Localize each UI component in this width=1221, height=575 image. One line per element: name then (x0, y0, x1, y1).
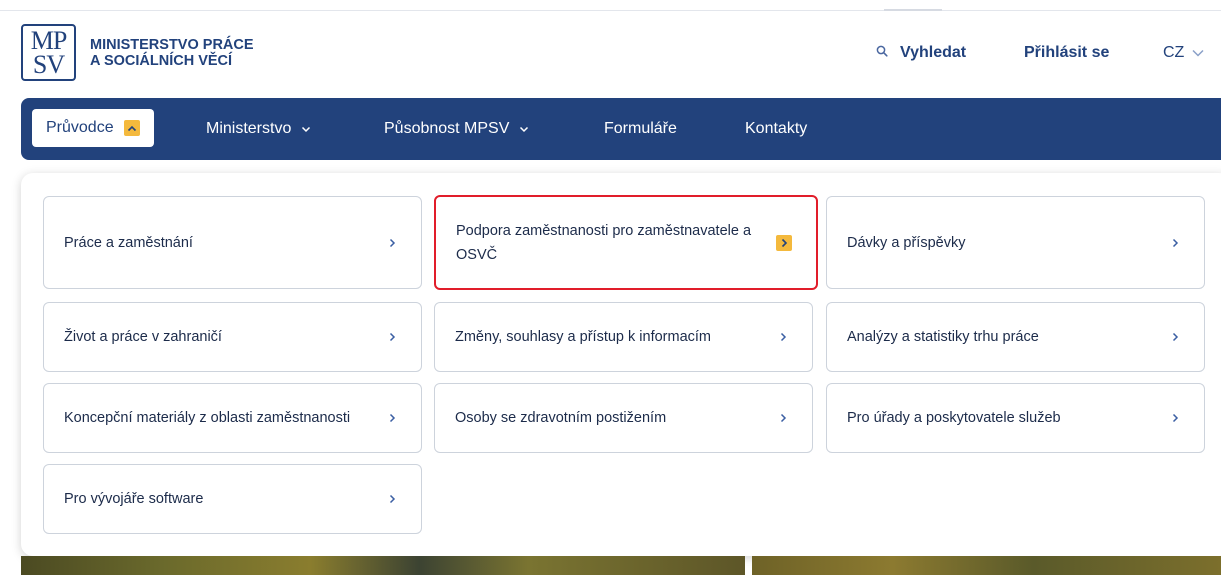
nav-item-label: Kontakty (745, 120, 808, 137)
chevron-right-icon (387, 332, 397, 342)
menu-card-analyzy-a-statistiky[interactable]: Analýzy a statistiky trhu práce (826, 302, 1205, 372)
chevron-right-icon (387, 413, 397, 423)
org-name-line1: MINISTERSTVO PRÁCE (90, 37, 254, 53)
nav-item-label: Formuláře (604, 120, 677, 137)
search-button[interactable]: Vyhledat (876, 44, 966, 62)
chevron-right-icon (776, 234, 792, 251)
menu-card-label: Analýzy a statistiky trhu práce (847, 329, 1039, 345)
main-navigation: Průvodce Ministerstvo Působnost MPSV For… (21, 98, 1221, 160)
menu-card-label: Koncepční materiály z oblasti zaměstnano… (64, 410, 351, 426)
chevron-down-icon (301, 120, 311, 138)
nav-item-label: Ministerstvo (206, 120, 292, 137)
menu-card-label: Dávky a příspěvky (847, 234, 966, 251)
chevron-down-icon (1192, 44, 1204, 62)
org-name[interactable]: MINISTERSTVO PRÁCE A SOCIÁLNÍCH VĚCÍ (90, 37, 254, 69)
menu-card-osoby-se-zp[interactable]: Osoby se zdravotním postižením (434, 383, 813, 453)
nav-item-label: Působnost MPSV (384, 120, 510, 137)
hero-image-right (752, 556, 1221, 575)
menu-card-podpora-zamestnanosti[interactable]: Podpora zaměstnanosti pro zaměstnavatele… (434, 195, 818, 290)
nav-item-kontakty[interactable]: Kontakty (745, 98, 807, 160)
language-selector[interactable]: CZ (1163, 44, 1204, 62)
menu-card-pro-urady[interactable]: Pro úřady a poskytovatele služeb (826, 383, 1205, 453)
logo-letters-bottom: SV (32, 49, 65, 79)
menu-card-label: Změny, souhlasy a přístup k informacím (455, 329, 711, 345)
menu-card-label: Pro vývojáře software (64, 491, 204, 507)
chevron-right-icon (778, 332, 788, 342)
chevron-up-icon (123, 120, 140, 136)
language-label: CZ (1163, 44, 1185, 61)
menu-card-label: Život a práce v zahraničí (64, 329, 222, 345)
logo-letters-top: MP (30, 25, 68, 55)
menu-card-label: Podpora zaměstnanosti pro zaměstnavatele… (456, 222, 752, 263)
nav-item-label: Průvodce (46, 119, 114, 136)
menu-card-prace-a-zamestnani[interactable]: Práce a zaměstnání (43, 196, 422, 289)
menu-card-koncepcni-materialy[interactable]: Koncepční materiály z oblasti zaměstnano… (43, 383, 422, 453)
pruvodce-dropdown-panel: Práce a zaměstnání Podpora zaměstnanosti… (21, 173, 1221, 556)
chevron-right-icon (778, 413, 788, 423)
org-name-line2: A SOCIÁLNÍCH VĚCÍ (90, 53, 233, 69)
scroll-indicator (884, 9, 942, 11)
menu-card-label: Osoby se zdravotním postižením (455, 410, 667, 426)
nav-item-ministerstvo[interactable]: Ministerstvo (206, 98, 311, 160)
menu-card-zivot-a-prace-v-zahranici[interactable]: Život a práce v zahraničí (43, 302, 422, 372)
chevron-right-icon (1170, 238, 1180, 248)
chevron-down-icon (519, 120, 529, 138)
top-divider (0, 10, 1221, 11)
nav-item-pusobnost[interactable]: Působnost MPSV (384, 98, 529, 160)
menu-card-zmeny-souhlasy[interactable]: Změny, souhlasy a přístup k informacím (434, 302, 813, 372)
login-button[interactable]: Přihlásit se (1024, 44, 1109, 62)
menu-card-label: Práce a zaměstnání (64, 234, 193, 251)
chevron-right-icon (387, 238, 397, 248)
chevron-right-icon (387, 494, 397, 504)
menu-card-pro-vyvojare[interactable]: Pro vývojáře software (43, 464, 422, 534)
chevron-right-icon (1170, 413, 1180, 423)
search-icon (876, 44, 888, 62)
hero-image-left (21, 556, 745, 575)
menu-card-davky-a-prispevky[interactable]: Dávky a příspěvky (826, 196, 1205, 289)
chevron-right-icon (1170, 332, 1180, 342)
mpsv-logo[interactable]: MP SV (21, 24, 76, 81)
search-label: Vyhledat (900, 44, 967, 61)
nav-item-pruvodce[interactable]: Průvodce (32, 109, 154, 147)
nav-item-formulare[interactable]: Formuláře (604, 98, 677, 160)
menu-card-label: Pro úřady a poskytovatele služeb (847, 410, 1061, 426)
